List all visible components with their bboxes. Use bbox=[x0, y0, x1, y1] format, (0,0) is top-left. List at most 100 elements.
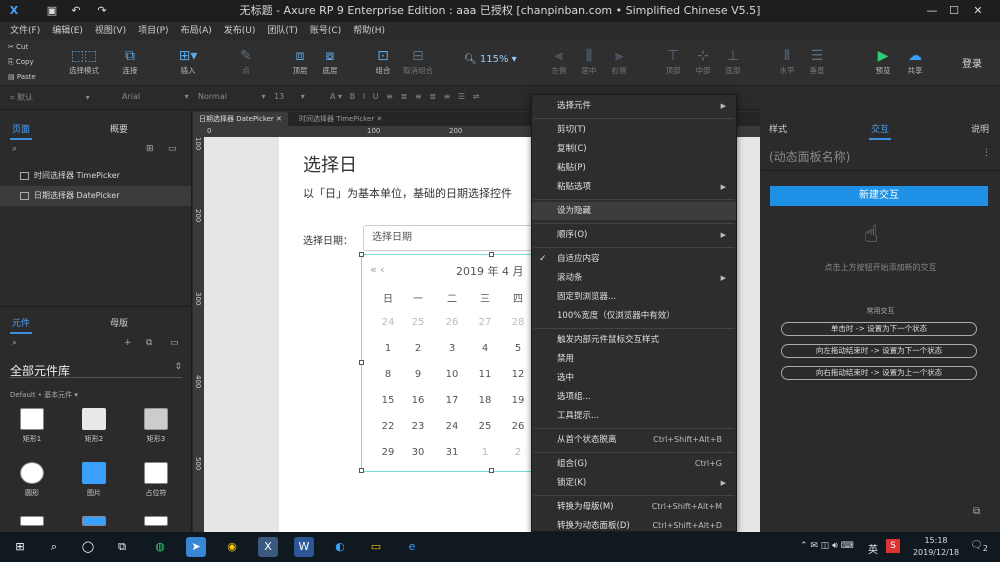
calendar-day[interactable]: 26 bbox=[440, 317, 464, 328]
paste-button[interactable]: ▤ Paste bbox=[8, 73, 36, 81]
context-menu-item[interactable]: 选择元件 ▶ bbox=[532, 97, 736, 115]
distribute-v-button[interactable]: ☰ 垂直 bbox=[795, 46, 839, 76]
calendar-day[interactable]: 10 bbox=[440, 369, 464, 380]
context-menu-item[interactable]: 禁用 bbox=[532, 350, 736, 368]
menu-file[interactable]: 文件(F) bbox=[4, 22, 46, 40]
widget-button3[interactable] bbox=[136, 516, 176, 530]
add-page-icon[interactable]: ⊞ bbox=[146, 144, 154, 154]
text-format-icons[interactable]: A ▾ B I U ≡ ≣ ≡ ≣ ≡ ☰ ⇌ bbox=[330, 92, 479, 101]
tray-icons[interactable]: ⌃ ✉ ◫ 🔊︎ ⌨ bbox=[800, 541, 854, 551]
share-button[interactable]: ☁ 共享 bbox=[893, 46, 937, 76]
collapse-icon[interactable]: ⧉ bbox=[973, 506, 980, 517]
context-menu-item[interactable]: 剪切(T) bbox=[532, 121, 736, 139]
calendar-day[interactable]: 24 bbox=[440, 421, 464, 432]
copy-button[interactable]: ⎘ Copy bbox=[8, 58, 34, 67]
calendar-day[interactable]: 18 bbox=[473, 395, 497, 406]
tab-widgets[interactable]: 元件 bbox=[9, 316, 33, 334]
calendar-day[interactable]: 2 bbox=[506, 447, 530, 458]
new-interaction-button[interactable]: 新建交互 bbox=[770, 186, 988, 206]
send-bottom-button[interactable]: ⧇ 底层 bbox=[308, 46, 352, 76]
widget-button2[interactable] bbox=[74, 516, 114, 530]
widget-button1[interactable] bbox=[12, 516, 52, 530]
add-folder-icon[interactable]: ▭ bbox=[168, 144, 177, 154]
context-menu-item[interactable]: 粘贴(P) bbox=[532, 159, 736, 177]
calendar-day[interactable]: 24 bbox=[376, 317, 400, 328]
start-icon[interactable]: ⊞ bbox=[10, 537, 30, 557]
tab-datepicker[interactable]: 日期选择器 DatePicker ✕ bbox=[193, 112, 288, 126]
widget-image[interactable]: 图片 bbox=[74, 462, 114, 498]
copy-library-icon[interactable]: ⧉ bbox=[146, 338, 152, 348]
menu-layout[interactable]: 布局(A) bbox=[175, 22, 218, 40]
calendar-day[interactable]: 12 bbox=[506, 369, 530, 380]
tab-interactions[interactable]: 交互 bbox=[868, 122, 892, 140]
context-menu-item[interactable]: 组合(G) Ctrl+G bbox=[532, 455, 736, 473]
ungroup-button[interactable]: ⊟ 取消组合 bbox=[396, 46, 440, 76]
widget-rect3[interactable]: 矩形3 bbox=[136, 408, 176, 444]
calendar-day[interactable]: 4 bbox=[473, 343, 497, 354]
font-select[interactable]: Arial ▾ bbox=[122, 92, 189, 101]
context-menu-item[interactable]: 选项组... bbox=[532, 388, 736, 406]
page-item-selected[interactable]: 日期选择器 DatePicker bbox=[0, 186, 191, 206]
explorer-icon[interactable]: ▭ bbox=[366, 537, 386, 557]
search-icon[interactable]: ⌕ bbox=[12, 338, 17, 348]
calendar-day[interactable]: 8 bbox=[376, 369, 400, 380]
context-menu-item[interactable]: 滚动条 ▶ bbox=[532, 269, 736, 287]
calendar-day[interactable]: 3 bbox=[440, 343, 464, 354]
context-menu-item[interactable]: 设为隐藏 bbox=[532, 202, 736, 220]
menu-team[interactable]: 团队(T) bbox=[261, 22, 304, 40]
resize-handle[interactable] bbox=[489, 468, 494, 473]
cut-button[interactable]: ✂ Cut bbox=[8, 43, 28, 51]
menu-help[interactable]: 帮助(H) bbox=[347, 22, 391, 40]
tab-timepicker[interactable]: 时间选择器 TimePicker ✕ bbox=[293, 112, 388, 126]
calendar-day[interactable]: 22 bbox=[376, 421, 400, 432]
login-button[interactable]: 登录 bbox=[962, 55, 982, 70]
resize-handle[interactable] bbox=[359, 360, 364, 365]
menu-project[interactable]: 项目(P) bbox=[132, 22, 174, 40]
insert-button[interactable]: ⊞▾ 插入 bbox=[166, 46, 210, 76]
size-select[interactable]: 13 ▾ bbox=[274, 92, 305, 101]
feishu-icon[interactable]: ➤ bbox=[186, 537, 206, 557]
widget-circle[interactable]: 圆形 bbox=[12, 462, 52, 498]
context-menu-item[interactable]: 顺序(O) ▶ bbox=[532, 226, 736, 244]
context-menu-item[interactable]: 复制(C) bbox=[532, 140, 736, 158]
context-menu-item[interactable]: 固定到浏览器... bbox=[532, 288, 736, 306]
resize-handle[interactable] bbox=[359, 468, 364, 473]
add-library-icon[interactable]: + bbox=[124, 338, 132, 348]
search-icon[interactable]: ⌕ bbox=[12, 144, 17, 154]
calendar-day[interactable]: 15 bbox=[376, 395, 400, 406]
resize-handle[interactable] bbox=[489, 252, 494, 257]
menu-account[interactable]: 账号(C) bbox=[304, 22, 347, 40]
context-menu-item[interactable]: 选中 bbox=[532, 369, 736, 387]
context-menu-item[interactable]: 触发内部元件鼠标交互样式 bbox=[532, 331, 736, 349]
common-interaction-click[interactable]: 单击时 -> 设置为下一个状态 bbox=[781, 322, 977, 336]
calendar-day[interactable]: 28 bbox=[506, 317, 530, 328]
context-menu-item[interactable]: 工具提示... bbox=[532, 407, 736, 425]
align-right-button[interactable]: ⫸ 右侧 bbox=[597, 46, 641, 76]
widget-rect2[interactable]: 矩形2 bbox=[74, 408, 114, 444]
common-interaction-drag-left[interactable]: 向左拖动结束时 -> 设置为下一个状态 bbox=[781, 344, 977, 358]
menu-publish[interactable]: 发布(U) bbox=[218, 22, 262, 40]
tab-style[interactable]: 样式 bbox=[769, 122, 787, 135]
calendar-day[interactable]: 25 bbox=[473, 421, 497, 432]
sogou-icon[interactable]: S bbox=[886, 539, 900, 553]
weight-select[interactable]: Normal ▾ bbox=[198, 92, 266, 101]
tab-pages[interactable]: 页面 bbox=[9, 122, 33, 140]
library-select[interactable]: 全部元件库 ⇕ bbox=[10, 362, 182, 378]
align-bottom-button[interactable]: ⊥ 底部 bbox=[711, 46, 755, 76]
context-menu-item[interactable]: 100%宽度（仅浏览器中有效） bbox=[532, 307, 736, 325]
page-item[interactable]: 时间选择器 TimePicker bbox=[0, 166, 191, 186]
point-button[interactable]: ✎ 点 bbox=[224, 46, 268, 76]
search-icon[interactable]: ⌕ bbox=[44, 537, 64, 557]
calendar-day[interactable]: 25 bbox=[406, 317, 430, 328]
calendar-day[interactable]: 11 bbox=[473, 369, 497, 380]
tab-outline[interactable]: 概要 bbox=[110, 122, 128, 135]
browser-icon[interactable]: ◐ bbox=[330, 537, 350, 557]
calendar-day[interactable]: 19 bbox=[506, 395, 530, 406]
zoom-control[interactable]: 🔍︎ 115% ▾ bbox=[464, 54, 517, 65]
clock[interactable]: 15:18 2019/12/18 bbox=[910, 535, 962, 559]
ime-indicator[interactable]: 英 bbox=[868, 541, 878, 556]
widget-placeholder[interactable]: 占位符 bbox=[136, 462, 176, 498]
widget-rect1[interactable]: 矩形1 bbox=[12, 408, 52, 444]
context-menu-item[interactable]: ✓ 自适应内容 bbox=[532, 250, 736, 268]
calendar-day[interactable]: 31 bbox=[440, 447, 464, 458]
